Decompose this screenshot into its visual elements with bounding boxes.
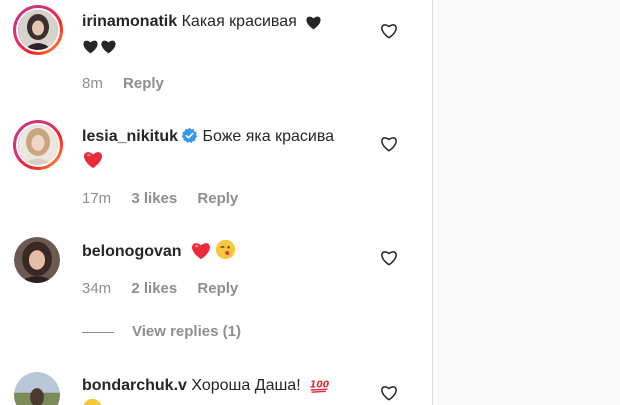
face-emoji bbox=[83, 398, 102, 405]
heart-outline-icon[interactable] bbox=[380, 22, 398, 40]
comment-text: belonogovan bbox=[82, 239, 367, 264]
black-heart-emoji bbox=[101, 40, 116, 54]
comment-meta: 8m Reply bbox=[82, 75, 180, 92]
view-replies-label: View replies (1) bbox=[132, 323, 241, 340]
comment-username[interactable]: lesia_nikituk bbox=[82, 128, 178, 145]
avatar[interactable] bbox=[13, 5, 63, 55]
black-heart-emoji bbox=[306, 16, 321, 30]
heart-outline-icon[interactable] bbox=[380, 135, 398, 153]
comment-body: Какая красивая bbox=[181, 13, 297, 30]
comment-text: irinamonatik Какая красивая bbox=[82, 10, 367, 58]
comment-item: irinamonatik Какая красивая 8m Reply bbox=[0, 0, 432, 110]
reply-button[interactable]: Reply bbox=[123, 75, 164, 92]
comment-text: bondarchuk.v Хороша Даша! 100 bbox=[82, 374, 367, 405]
comment-text: lesia_nikituk Боже яка красива bbox=[82, 125, 367, 173]
comment-username[interactable]: bondarchuk.v bbox=[82, 377, 187, 394]
verified-badge-icon bbox=[181, 127, 198, 144]
comment-username[interactable]: irinamonatik bbox=[82, 13, 177, 30]
comment-meta: 34m 2 likes Reply bbox=[82, 280, 254, 297]
likes-count[interactable]: 3 likes bbox=[131, 190, 177, 207]
avatar[interactable] bbox=[14, 372, 60, 405]
comment-username[interactable]: belonogovan bbox=[82, 243, 182, 260]
comment-body: Хороша Даша! bbox=[191, 377, 301, 394]
comment-item: lesia_nikituk Боже яка красива 17m 3 lik… bbox=[0, 110, 432, 220]
reply-button[interactable]: Reply bbox=[197, 280, 238, 297]
heart-outline-icon[interactable] bbox=[380, 249, 398, 267]
comments-panel: irinamonatik Какая красивая 8m Reply les… bbox=[0, 0, 432, 405]
comment-body: Боже яка красива bbox=[202, 128, 335, 145]
red-heart-emoji bbox=[192, 243, 210, 260]
avatar[interactable] bbox=[14, 237, 60, 283]
avatar[interactable] bbox=[13, 120, 63, 170]
comment-time: 34m bbox=[82, 280, 112, 297]
comment-time: 17m bbox=[82, 190, 112, 207]
comment-time: 8m bbox=[82, 75, 103, 92]
side-panel bbox=[433, 0, 620, 405]
reply-button[interactable]: Reply bbox=[197, 190, 238, 207]
likes-count[interactable]: 2 likes bbox=[131, 280, 177, 297]
comment-meta: 17m 3 likes Reply bbox=[82, 190, 254, 207]
comment-item: bondarchuk.v Хороша Даша! 100 bbox=[0, 365, 432, 405]
hundred-emoji: 100 bbox=[310, 380, 330, 393]
view-replies-button[interactable]: View replies (1) bbox=[82, 323, 241, 340]
black-heart-emoji bbox=[83, 40, 98, 54]
face-emoji bbox=[215, 239, 236, 260]
heart-outline-icon[interactable] bbox=[380, 384, 398, 402]
divider-line bbox=[82, 331, 114, 333]
red-heart-emoji bbox=[84, 152, 102, 169]
